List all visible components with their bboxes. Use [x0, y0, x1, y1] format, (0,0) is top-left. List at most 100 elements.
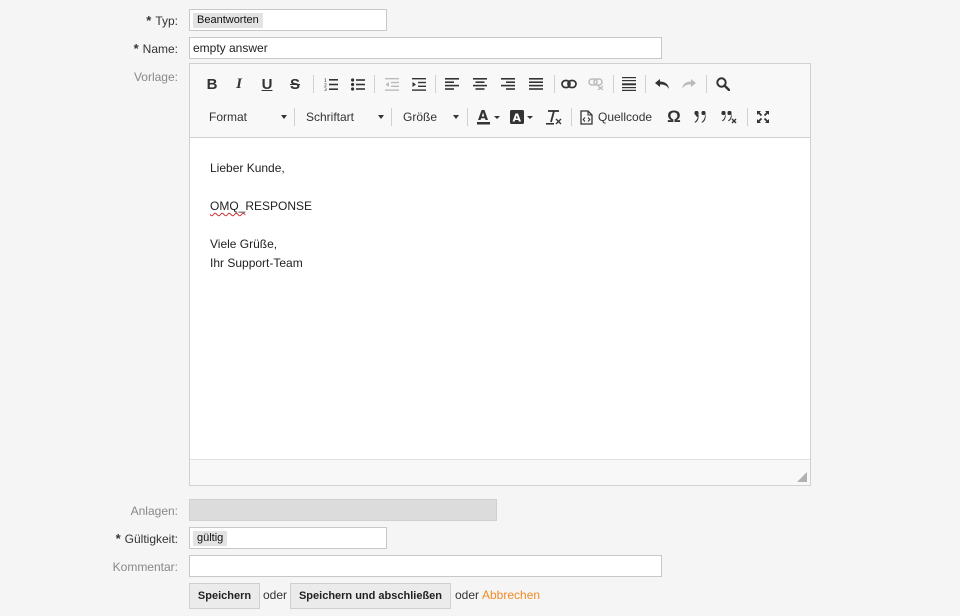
quote-remove-icon — [721, 111, 737, 124]
bulleted-list-icon — [351, 77, 365, 91]
toolbar-separator — [554, 75, 555, 93]
background-color-button[interactable]: A — [508, 105, 536, 129]
editor-content[interactable]: Lieber Kunde, OMQ_RESPONSE Viele Grüße, … — [190, 139, 810, 459]
undo-icon — [655, 79, 669, 89]
font-family-dropdown[interactable]: Schriftart — [306, 105, 384, 129]
toolbar-separator — [613, 75, 614, 93]
background-color-icon: A — [510, 110, 533, 125]
link-button[interactable] — [558, 72, 580, 96]
editor-toolbar: B I U S 123 Format Schriftart Größe A A … — [190, 64, 810, 138]
align-justify-icon — [529, 78, 543, 90]
horizontal-line-button[interactable] — [618, 72, 640, 96]
comment-input[interactable] — [189, 555, 662, 577]
indent-button[interactable] — [408, 72, 430, 96]
numbered-list-button[interactable]: 123 — [320, 72, 342, 96]
redo-button[interactable] — [678, 72, 700, 96]
chevron-down-icon — [281, 115, 287, 119]
toolbar-separator — [313, 75, 314, 93]
validity-selected-chip: gültig — [193, 531, 228, 546]
toolbar-separator — [435, 75, 436, 93]
spellcheck-word: OMQ_ — [210, 199, 246, 213]
font-size-dropdown[interactable]: Größe — [403, 105, 459, 129]
typ-select[interactable]: Beantworten — [189, 9, 387, 31]
strikethrough-button[interactable]: S — [285, 72, 305, 96]
toolbar-separator — [571, 108, 572, 126]
anlagen-label: Anlagen: — [130, 504, 178, 518]
blockquote-button[interactable] — [690, 105, 712, 129]
chevron-down-icon — [378, 115, 384, 119]
editor-line-placeholder: OMQ_RESPONSE — [210, 199, 313, 213]
editor-line-signature: Ihr Support-Team — [210, 256, 303, 270]
source-code-icon — [580, 109, 593, 125]
undo-button[interactable] — [651, 72, 673, 96]
special-char-button[interactable]: Ω — [663, 105, 685, 129]
numbered-list-icon: 123 — [324, 78, 338, 91]
editor-statusbar — [190, 459, 810, 485]
kommentar-label: Kommentar: — [112, 560, 178, 574]
align-right-button[interactable] — [497, 72, 519, 96]
save-and-close-button[interactable]: Speichern und abschließen — [290, 583, 451, 609]
align-left-icon — [445, 78, 459, 90]
editor-line-greeting: Lieber Kunde, — [210, 161, 285, 175]
align-right-icon — [501, 78, 515, 90]
name-label: * Name: — [133, 41, 178, 57]
unlink-icon — [588, 78, 604, 90]
link-icon — [561, 79, 577, 89]
or-text: oder — [263, 588, 288, 602]
gueltigkeit-label: * Gültigkeit: — [115, 531, 178, 547]
clear-formatting-icon — [546, 110, 562, 125]
maximize-icon — [757, 111, 769, 123]
or-text: oder — [455, 588, 480, 602]
align-left-button[interactable] — [441, 72, 463, 96]
indent-icon — [412, 77, 426, 91]
editor-line-closing: Viele Grüße, — [210, 237, 278, 251]
align-justify-button[interactable] — [525, 72, 547, 96]
typ-label: * Typ: — [146, 13, 178, 29]
save-button[interactable]: Speichern — [189, 583, 260, 609]
chevron-down-icon — [453, 115, 459, 119]
toolbar-separator — [374, 75, 375, 93]
toolbar-separator — [645, 75, 646, 93]
remove-format-button[interactable] — [543, 105, 565, 129]
find-button[interactable] — [712, 72, 734, 96]
align-center-icon — [473, 78, 487, 90]
required-marker: * — [146, 13, 152, 28]
name-input[interactable]: empty answer — [189, 37, 662, 59]
underline-button[interactable]: U — [257, 72, 277, 96]
bold-button[interactable]: B — [202, 72, 222, 96]
validity-select[interactable]: gültig — [189, 527, 387, 549]
required-marker: * — [133, 41, 139, 56]
bulleted-list-button[interactable] — [347, 72, 369, 96]
toolbar-separator — [706, 75, 707, 93]
toolbar-separator — [467, 108, 468, 126]
align-center-button[interactable] — [469, 72, 491, 96]
rich-text-editor: B I U S 123 Format Schriftart Größe A A … — [189, 63, 811, 486]
resize-handle-icon[interactable] — [797, 472, 807, 482]
toolbar-separator — [391, 108, 392, 126]
remove-blockquote-button[interactable] — [718, 105, 740, 129]
svg-text:A: A — [513, 112, 522, 125]
maximize-button[interactable] — [752, 105, 774, 129]
unlink-button[interactable] — [585, 72, 607, 96]
search-icon — [716, 77, 730, 91]
source-code-button[interactable]: Quellcode — [580, 105, 656, 129]
text-color-button[interactable]: A — [475, 105, 503, 129]
vorlage-label: Vorlage: — [133, 70, 178, 84]
name-input-value: empty answer — [193, 41, 268, 55]
toolbar-separator — [747, 108, 748, 126]
svg-text:3: 3 — [324, 87, 327, 91]
required-marker: * — [115, 531, 121, 546]
typ-selected-chip: Beantworten — [193, 13, 263, 28]
text-color-icon: A — [477, 109, 500, 125]
svg-text:A: A — [478, 109, 488, 124]
horizontal-line-icon — [622, 77, 636, 91]
attachments-upload-field[interactable] — [189, 499, 497, 521]
redo-icon — [682, 79, 696, 89]
italic-button[interactable]: I — [229, 72, 249, 96]
omega-icon: Ω — [667, 107, 681, 126]
format-dropdown[interactable]: Format — [209, 105, 287, 129]
cancel-link[interactable]: Abbrechen — [482, 588, 540, 602]
quote-icon — [694, 111, 706, 123]
toolbar-separator — [294, 108, 295, 126]
outdent-button[interactable] — [381, 72, 403, 96]
